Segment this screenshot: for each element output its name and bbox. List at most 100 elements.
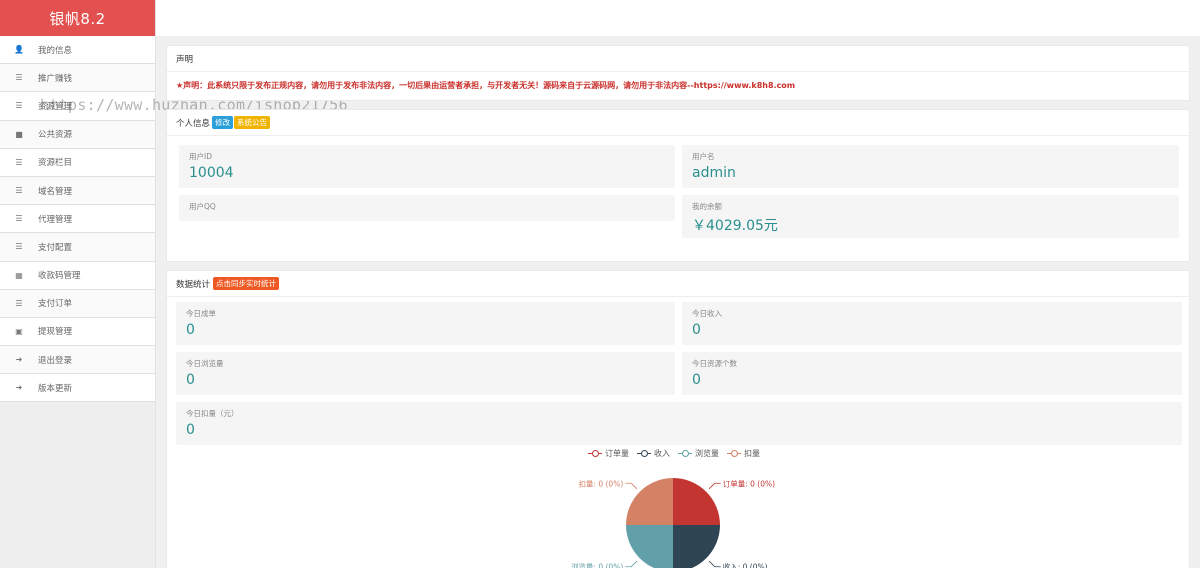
sidebar-item[interactable]: ☰ 域名管理: [0, 176, 155, 206]
sidebar-item-label: 提现管理: [38, 327, 73, 338]
list-icon: ☰: [15, 101, 23, 111]
sidebar-item[interactable]: ➜ 退出登录: [0, 346, 155, 375]
notice-text: ★声明：此系统只限于发布正规内容，请勿用于发布非法内容，一切后果由运营者承担，与…: [167, 72, 1189, 99]
pie-data-label: 订单量: 0 (0%): [723, 478, 775, 488]
list-icon: ☰: [15, 214, 23, 224]
sidebar-item-label: 支付配置: [38, 242, 73, 253]
today-income-card: 今日收入 0: [682, 302, 1182, 345]
sidebar-item[interactable]: 👤 我的信息: [0, 36, 155, 65]
list-icon: ☰: [15, 73, 23, 83]
legend-item[interactable]: 扣量: [727, 448, 760, 459]
sidebar-item[interactable]: ▣ 提现管理: [0, 317, 155, 347]
sync-stats-button[interactable]: 点击同步实时统计: [213, 277, 280, 290]
sidebar-item-label: 版本更新: [38, 383, 73, 394]
legend-label: 浏览量: [695, 449, 719, 458]
pie-label-line: [625, 560, 638, 568]
sidebar-item-label: 资源栏目: [38, 158, 73, 169]
sidebar-item-label: 我的信息: [38, 45, 73, 56]
sidebar-nav: 👤 我的信息 ☰ 推广赚钱 ☰ 资源管理 ■ 公共资源 ☰ 资源栏目 ☰ 域名管理 ☰ 代理管理 ☰ 支付配置…: [0, 36, 155, 403]
list-icon: ☰: [15, 157, 23, 167]
list-icon: ☰: [15, 186, 23, 196]
pie-data-label: 收入: 0 (0%): [723, 562, 768, 568]
today-resources-value: 0: [692, 372, 701, 388]
brand-logo: 银帆8.2: [0, 0, 155, 36]
legend-item[interactable]: 浏览量: [678, 448, 719, 459]
pie-data-label: 扣量: 0 (0%): [578, 478, 623, 488]
today-views-value: 0: [186, 372, 195, 388]
top-bar: [156, 0, 1200, 36]
pie-chart: 订单量: 0 (0%) 收入: 0 (0%) 浏览量: 0 (0%) 扣量: 0 (0…: [560, 468, 800, 568]
sidebar-item[interactable]: ☰ 支付订单: [0, 289, 155, 318]
qrcode-icon: ▦: [15, 270, 23, 280]
personal-info-title: 个人信息: [176, 118, 211, 129]
video-icon: ■: [15, 129, 23, 139]
username-value: admin: [692, 165, 736, 181]
sidebar-item[interactable]: ■ 公共资源: [0, 120, 155, 149]
sidebar-item[interactable]: ☰ 推广赚钱: [0, 64, 155, 93]
balance-value: ￥4029.05元: [692, 218, 778, 234]
pie-label-line: [708, 482, 721, 490]
username-label: 用户名: [692, 152, 715, 161]
user-icon: 👤: [14, 45, 24, 55]
sidebar-item-label: 公共资源: [38, 130, 73, 141]
sidebar-item-label: 退出登录: [38, 355, 73, 366]
notice-panel: 声明 ★声明：此系统只限于发布正规内容，请勿用于发布非法内容，一切后果由运营者承…: [166, 45, 1190, 101]
personal-info-panel: 个人信息 修改 系统公告 用户ID 10004 用户名 admin 用户QQ 我…: [166, 109, 1190, 262]
pie-slice[interactable]: [626, 525, 673, 568]
sign-out-icon: ➜: [15, 355, 23, 365]
legend-swatch: [727, 450, 741, 458]
today-deduct-card: 今日扣量（元） 0: [176, 402, 1182, 445]
sidebar-item[interactable]: ➜ 版本更新: [0, 374, 155, 403]
announcement-button[interactable]: 系统公告: [234, 116, 271, 129]
today-income-label: 今日收入: [692, 309, 722, 318]
stats-title: 数据统计: [176, 279, 211, 290]
username-card: 用户名 admin: [682, 145, 1179, 188]
qq-card: 用户QQ: [179, 195, 675, 221]
sidebar-item[interactable]: ☰ 资源栏目: [0, 148, 155, 177]
today-orders-card: 今日成单 0: [176, 302, 675, 345]
sidebar-item[interactable]: ▦ 收款码管理: [0, 261, 155, 290]
sidebar-item[interactable]: ☰ 支付配置: [0, 233, 155, 262]
list-icon: ☰: [15, 298, 23, 308]
sidebar-item-label: 收款码管理: [38, 271, 81, 282]
today-orders-label: 今日成单: [186, 309, 216, 318]
today-resources-label: 今日资源个数: [692, 359, 737, 368]
legend-label: 收入: [654, 449, 670, 458]
sidebar-item-label: 域名管理: [38, 186, 73, 197]
balance-card: 我的余额 ￥4029.05元: [682, 195, 1179, 238]
chart-legend[interactable]: 订单量 收入 浏览量 扣量: [588, 448, 760, 459]
pie-data-label: 浏览量: 0 (0%): [571, 562, 623, 568]
pie-slice[interactable]: [673, 525, 720, 568]
sidebar-item-label: 推广赚钱: [38, 73, 73, 84]
legend-label: 订单量: [605, 449, 629, 458]
balance-label: 我的余额: [692, 202, 722, 211]
personal-info-header: 个人信息 修改 系统公告: [167, 110, 1189, 136]
edit-button[interactable]: 修改: [212, 116, 234, 129]
user-id-label: 用户ID: [189, 152, 212, 161]
sidebar: 银帆8.2 👤 我的信息 ☰ 推广赚钱 ☰ 资源管理 ■ 公共资源 ☰ 资源栏目 ☰ 域名管理 ☰ 代理管…: [0, 0, 156, 568]
qq-label: 用户QQ: [189, 202, 216, 211]
legend-swatch: [637, 450, 651, 458]
money-icon: ▣: [15, 326, 23, 336]
today-orders-value: 0: [186, 322, 195, 338]
sidebar-item[interactable]: ☰ 代理管理: [0, 205, 155, 234]
pie-label-line: [708, 560, 721, 568]
legend-item[interactable]: 订单量: [588, 448, 629, 459]
today-income-value: 0: [692, 322, 701, 338]
sidebar-item-label: 代理管理: [38, 214, 73, 225]
stats-header: 数据统计 点击同步实时统计: [167, 271, 1189, 297]
user-id-card: 用户ID 10004: [179, 145, 675, 188]
sidebar-item-label: 支付订单: [38, 299, 73, 310]
sidebar-item[interactable]: ☰ 资源管理: [0, 92, 155, 121]
today-deduct-value: 0: [186, 422, 195, 438]
legend-swatch: [588, 450, 602, 458]
list-icon: ☰: [15, 242, 23, 252]
today-views-card: 今日浏览量 0: [176, 352, 675, 395]
sidebar-item-label: 资源管理: [38, 101, 73, 112]
sign-in-icon: ➜: [15, 383, 23, 393]
notice-title: 声明: [167, 46, 1189, 72]
pie-label-line: [625, 482, 638, 490]
legend-item[interactable]: 收入: [637, 448, 670, 459]
pie-chart-svg: 订单量: 0 (0%) 收入: 0 (0%) 浏览量: 0 (0%) 扣量: 0 (0…: [571, 478, 775, 568]
today-views-label: 今日浏览量: [186, 359, 224, 368]
